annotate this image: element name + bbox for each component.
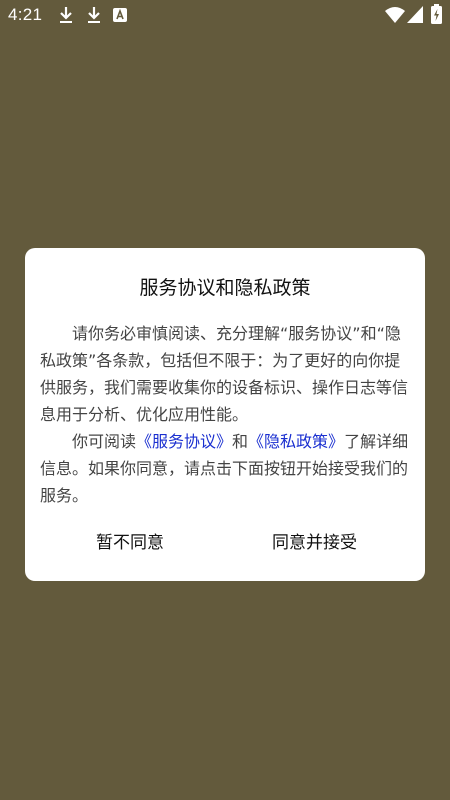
accept-button[interactable]: 同意并接受 bbox=[272, 528, 357, 553]
status-time: 4:21 bbox=[8, 5, 43, 24]
privacy-policy-link[interactable]: 《隐私政策》 bbox=[248, 432, 344, 451]
service-agreement-link[interactable]: 《服务协议》 bbox=[136, 432, 232, 451]
status-bar: 4:21 bbox=[0, 0, 450, 32]
translate-badge-icon bbox=[113, 8, 127, 22]
consent-paragraph-1: 请你务必审慎阅读、充分理解“服务协议”和“隐私政策”各条款，包括但不限于：为了更… bbox=[40, 324, 409, 424]
paragraph-2-prefix: 你可阅读 bbox=[72, 432, 137, 451]
screen: 4:21 服务协议和隐私政策 请你务必审慎阅读、充分理解“服务协议”和“隐私政策 bbox=[0, 0, 450, 800]
dialog-body: 请你务必审慎阅读、充分理解“服务协议”和“隐私政策”各条款，包括但不限于：为了更… bbox=[40, 320, 412, 509]
wifi-icon bbox=[385, 7, 405, 23]
signal-icon bbox=[407, 6, 423, 23]
download-icon bbox=[60, 7, 72, 23]
battery-charging-icon bbox=[431, 4, 442, 24]
download-icon bbox=[88, 7, 100, 23]
decline-button[interactable]: 暂不同意 bbox=[96, 528, 164, 553]
paragraph-2-and: 和 bbox=[232, 432, 249, 451]
dialog-title: 服务协议和隐私政策 bbox=[139, 277, 311, 299]
consent-paragraph-2: 你可阅读《服务协议》和《隐私政策》了解详细信息。如果你同意，请点击下面按钮开始接… bbox=[40, 428, 412, 509]
